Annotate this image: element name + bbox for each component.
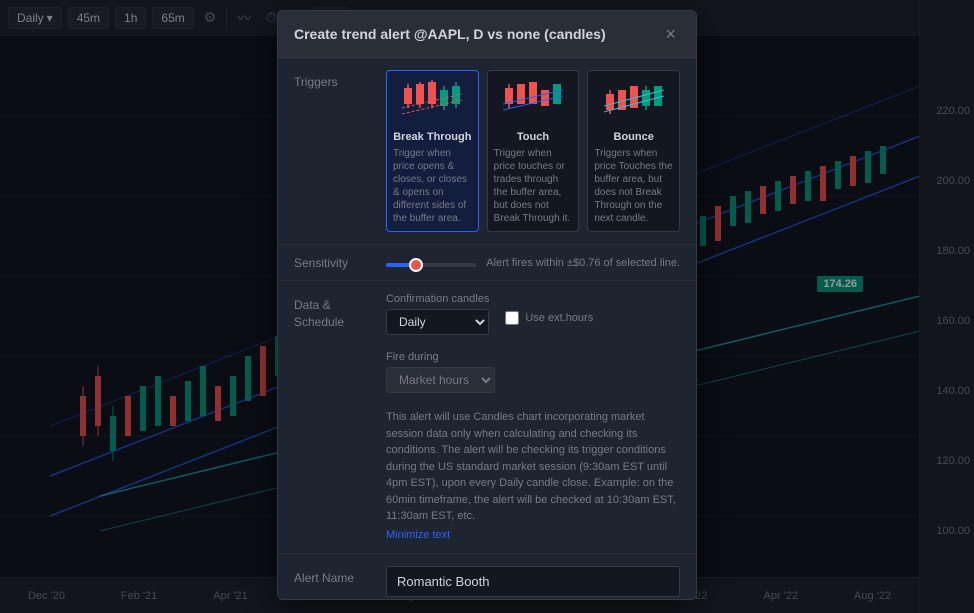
touch-title: Touch	[494, 131, 573, 143]
touch-icon	[494, 77, 573, 127]
trigger-card-touch[interactable]: Touch Trigger when price touches or trad…	[487, 70, 580, 232]
trigger-cards: Break Through Trigger when price opens &…	[386, 70, 680, 232]
fire-during-label: Fire during	[386, 351, 495, 363]
fire-during-field: Fire during Market hours	[386, 351, 495, 393]
break-through-icon	[393, 77, 472, 127]
bounce-desc: Triggers when price Touches the buffer a…	[594, 147, 673, 225]
alert-name-input[interactable]	[386, 566, 680, 597]
modal-title: Create trend alert @AAPL, D vs none (can…	[294, 26, 606, 42]
ext-hours-label: Use ext.hours	[525, 312, 593, 324]
data-schedule-content: Confirmation candles Daily Use ext.hours	[386, 293, 680, 393]
modal-header: Create trend alert @AAPL, D vs none (can…	[278, 11, 696, 58]
alert-name-content: We will display this name on charts and …	[386, 566, 680, 601]
minimize-text-link[interactable]: Minimize text	[386, 529, 680, 541]
trigger-card-bounce[interactable]: Bounce Triggers when price Touches the b…	[587, 70, 680, 232]
modal-body: Triggers	[278, 58, 696, 600]
fire-during-select[interactable]: Market hours	[386, 367, 495, 393]
alert-name-section: Alert Name We will display this name on …	[278, 554, 696, 601]
break-through-desc: Trigger when price opens & closes, or cl…	[393, 147, 472, 225]
ds-info-container: This alert will use Candles chart incorp…	[294, 401, 680, 541]
break-through-title: Break Through	[393, 131, 472, 143]
sensitivity-label: Sensitivity	[294, 256, 374, 270]
ds-fields: Confirmation candles Daily Use ext.hours	[386, 293, 680, 393]
sensitivity-section: Sensitivity Alert fires within ±$0.76 of…	[278, 245, 696, 281]
confirmation-label: Confirmation candles	[386, 293, 489, 305]
triggers-section: Triggers	[278, 58, 696, 245]
sensitivity-info: Alert fires within ±$0.76 of selected li…	[486, 257, 680, 269]
data-schedule-section: Data & Schedule Confirmation candles Dai…	[278, 281, 696, 554]
trigger-card-break-through[interactable]: Break Through Trigger when price opens &…	[386, 70, 479, 232]
data-schedule-label: Data & Schedule	[294, 293, 374, 331]
modal-dialog: Create trend alert @AAPL, D vs none (can…	[277, 10, 697, 600]
sensitivity-slider-container	[386, 255, 476, 270]
touch-desc: Trigger when price touches or trades thr…	[494, 147, 573, 225]
confirmation-field: Confirmation candles Daily	[386, 293, 489, 335]
triggers-label: Triggers	[294, 70, 374, 91]
modal-close-button[interactable]: ×	[661, 23, 680, 45]
ext-hours-checkbox[interactable]	[505, 311, 519, 325]
bounce-title: Bounce	[594, 131, 673, 143]
modal-overlay: Create trend alert @AAPL, D vs none (can…	[0, 0, 974, 613]
confirmation-select[interactable]: Daily	[386, 309, 489, 335]
ext-hours-container: Use ext.hours	[505, 293, 593, 325]
sensitivity-slider[interactable]	[386, 263, 476, 267]
ds-info-text: This alert will use Candles chart incorp…	[386, 409, 680, 525]
triggers-content: Break Through Trigger when price opens &…	[386, 70, 680, 232]
alert-name-label: Alert Name	[294, 566, 374, 587]
sensitivity-content: Alert fires within ±$0.76 of selected li…	[386, 255, 680, 270]
bounce-icon	[594, 77, 673, 127]
